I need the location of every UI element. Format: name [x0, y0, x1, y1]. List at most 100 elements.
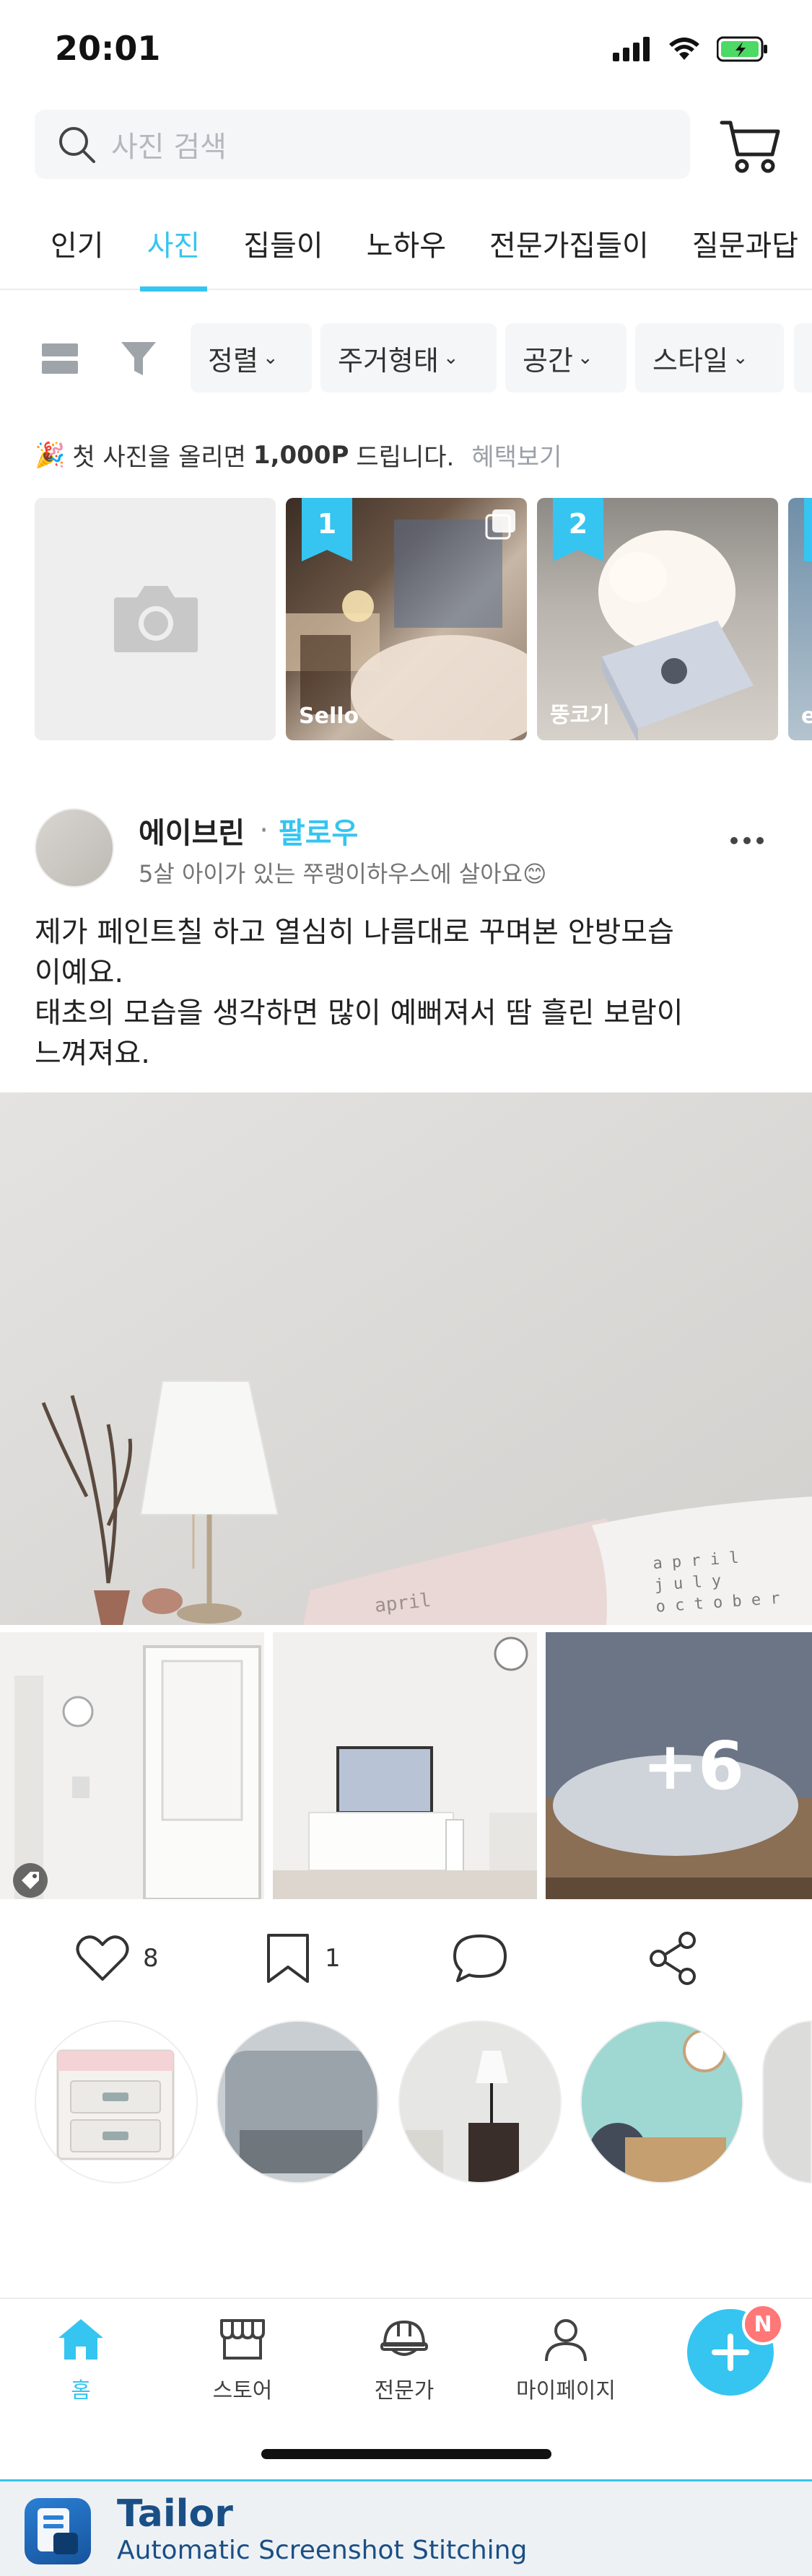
filter-chip-style[interactable]: 스타일 ⌄ — [635, 323, 784, 393]
promo-text-after: 드립니다. — [356, 443, 455, 472]
ranking-card-2[interactable]: 2 뚱코기 — [537, 498, 778, 740]
tab-expert-housewarming[interactable]: 전문가집들이 — [489, 205, 649, 290]
more-options-button[interactable] — [730, 837, 774, 851]
nav-label: 마이페이지 — [516, 2378, 616, 2404]
filter-icon — [121, 342, 156, 375]
tag-icon — [22, 1872, 39, 1889]
rank-badge — [804, 498, 812, 561]
main-photo[interactable]: april a p r i l j u l y o c t o b e r — [0, 1092, 812, 1625]
filter-chip-housing[interactable]: 주거형태 ⌄ — [320, 323, 497, 393]
tab-qna[interactable]: 질문과답 — [692, 205, 798, 290]
lamp-product-image — [400, 2022, 560, 2182]
new-badge: N — [742, 2303, 784, 2345]
more-dot-icon — [756, 837, 764, 844]
filter-chip-label: 정렬 — [208, 344, 258, 377]
sub-photo-3[interactable]: +6 — [546, 1632, 812, 1899]
person-icon — [545, 2319, 587, 2362]
filter-row: 정렬 ⌄ 주거형태 ⌄ 공간 ⌄ 스타일 ⌄ — [0, 323, 812, 395]
nav-home[interactable]: 홈 — [23, 2316, 139, 2404]
filter-chip-label: 공간 — [523, 344, 573, 377]
share-icon — [650, 1932, 696, 1985]
product-thumb-2[interactable] — [217, 2020, 380, 2183]
filter-chip-more[interactable] — [794, 323, 812, 393]
promo-link[interactable]: 혜택보기 — [471, 437, 562, 473]
nav-mypage[interactable]: 마이페이지 — [508, 2316, 624, 2404]
chevron-down-icon: ⌄ — [577, 347, 593, 369]
separator-dot: · — [259, 814, 269, 847]
nav-label: 스토어 — [212, 2378, 273, 2404]
sub-photo-2[interactable] — [273, 1632, 537, 1899]
heart-icon — [76, 1935, 129, 1981]
follow-button[interactable]: 팔로우 — [279, 810, 358, 851]
party-icon: 🎉 — [35, 440, 66, 470]
cart-button[interactable] — [717, 113, 782, 178]
home-icon — [58, 2319, 103, 2360]
ranking-username: Sello — [299, 704, 359, 729]
wifi-icon — [669, 38, 699, 60]
more-dot-icon — [743, 837, 751, 844]
filter-chip-sort[interactable]: 정렬 ⌄ — [191, 323, 312, 393]
author-avatar[interactable] — [35, 808, 114, 888]
post-text-line: 이예요. — [35, 956, 124, 989]
tab-popular[interactable]: 인기 — [51, 205, 104, 290]
chevron-down-icon: ⌄ — [262, 347, 279, 369]
rug-product-image — [218, 2022, 378, 2182]
tab-knowhow[interactable]: 노하우 — [367, 205, 446, 290]
promo-banner: 🎉 첫 사진을 올리면 1,000P 드립니다. 혜택보기 — [35, 437, 562, 473]
tailor-name: Tailor — [117, 2492, 233, 2536]
helmet-icon — [380, 2321, 428, 2356]
author-bio: 5살 아이가 있는 쭈랭이하우스에 살아요😊 — [139, 860, 547, 888]
promo-points: 1,000P — [253, 440, 349, 470]
plus-icon — [712, 2334, 749, 2371]
bookmark-button[interactable]: 1 — [264, 1929, 341, 1987]
ranking-card-1[interactable]: 1 Sello — [286, 498, 527, 740]
tab-photos[interactable]: 사진 — [139, 205, 207, 292]
store-icon — [220, 2319, 265, 2360]
view-toggle-button[interactable] — [40, 339, 79, 381]
ranking-carousel: 1 Sello 2 뚱코기 e — [35, 498, 812, 740]
status-icons — [613, 35, 769, 63]
post-text-line: 태초의 모습을 생각하면 많이 예뻐져서 땀 흘린 보람이 — [35, 996, 684, 1030]
upload-photo-card[interactable] — [35, 498, 276, 740]
sub-photo-1[interactable] — [0, 1632, 264, 1899]
chevron-down-icon: ⌄ — [732, 347, 748, 369]
category-tabs: 인기 사진 집들이 노하우 전문가집들이 질문과답 — [0, 205, 812, 292]
promo-text-before: 첫 사진을 올리면 — [72, 443, 246, 472]
bookmark-count: 1 — [325, 1944, 341, 1973]
comment-button[interactable] — [452, 1929, 508, 1987]
home-indicator — [261, 2449, 551, 2459]
product-thumb-3[interactable] — [398, 2020, 562, 2183]
clock-product-image — [582, 2022, 742, 2182]
post-text-line: 느껴져요. — [35, 1037, 150, 1070]
layout-icon — [42, 343, 78, 374]
camera-icon — [114, 586, 198, 652]
filter-chip-space[interactable]: 공간 ⌄ — [505, 323, 627, 393]
multi-photo-icon — [485, 509, 515, 540]
filter-button[interactable] — [120, 339, 157, 381]
nav-store[interactable]: 스토어 — [185, 2316, 300, 2404]
author-name[interactable]: 에이브린 — [139, 810, 245, 851]
bedroom-photo: april a p r i l j u l y o c t o b e r — [0, 1092, 812, 1625]
filter-chip-label: 스타일 — [652, 344, 728, 377]
product-thumb-4[interactable] — [580, 2020, 743, 2183]
product-thumb-5[interactable] — [762, 2020, 812, 2183]
status-bar: 20:01 — [0, 0, 812, 101]
product-thumb-1[interactable] — [35, 2020, 198, 2183]
ranking-username: e — [801, 704, 812, 729]
more-dot-icon — [730, 837, 738, 844]
status-time: 20:01 — [55, 29, 161, 68]
filter-chip-label: 주거형태 — [338, 344, 439, 377]
signal-icon — [613, 37, 650, 61]
ranking-card-3[interactable]: e — [788, 498, 812, 740]
like-button[interactable]: 8 — [75, 1929, 159, 1987]
tailor-logo-icon — [38, 2508, 78, 2554]
share-button[interactable] — [647, 1929, 699, 1987]
ranking-username: 뚱코기 — [550, 703, 610, 728]
tag-button[interactable] — [13, 1863, 48, 1898]
tab-housewarming[interactable]: 집들이 — [243, 205, 323, 290]
more-photos-count: +6 — [642, 1727, 745, 1805]
search-bar[interactable]: 사진 검색 — [35, 110, 690, 179]
nav-expert[interactable]: 전문가 — [346, 2316, 462, 2404]
post-text-line: 제가 페인트칠 하고 열심히 나름대로 꾸며본 안방모습 — [35, 916, 674, 949]
tailor-app-icon — [25, 2498, 91, 2564]
